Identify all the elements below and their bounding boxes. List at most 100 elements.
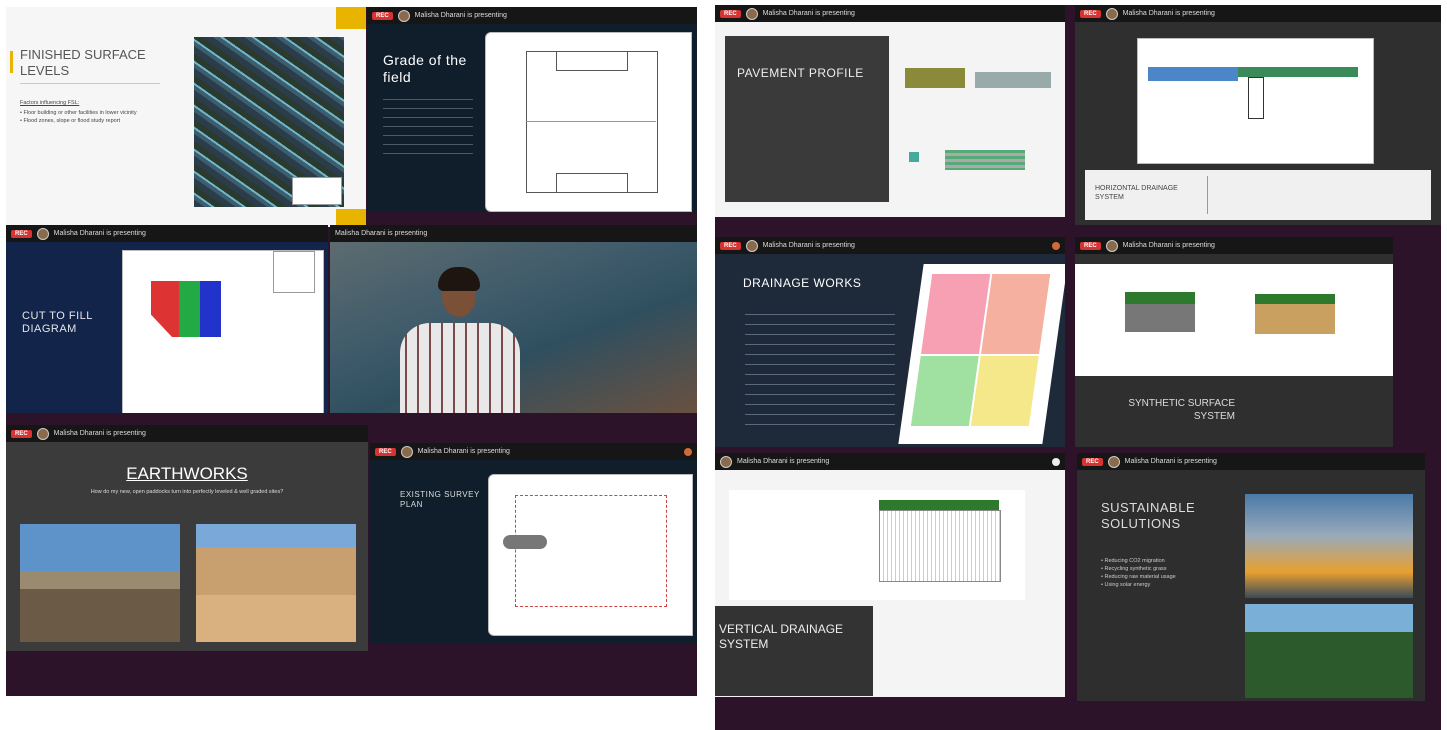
viewers-indicator (1052, 457, 1060, 466)
earthworks-photo-1 (20, 524, 180, 642)
presenter-label: Malisha Dharani is presenting (1124, 458, 1217, 465)
tile-drainage-works: REC Malisha Dharani is presenting DRAINA… (715, 237, 1065, 447)
slide-title: VERTICAL DRAINAGE SYSTEM (719, 622, 844, 651)
greenhouse-image (1245, 604, 1413, 698)
slide-subtitle: Factors influencing FSL: (20, 100, 80, 106)
presenter-bar: REC Malisha Dharani is presenting (367, 7, 697, 24)
yellow-corner (336, 7, 366, 29)
presenter-avatar (397, 9, 410, 22)
bullet: Reducing CO2 migration (1101, 558, 1231, 566)
presenter-label: Malisha Dharani is presenting (1122, 10, 1215, 17)
rec-badge: REC (1082, 457, 1103, 466)
pavement-detail-drawing (905, 142, 1055, 182)
tile-presenter-video: Malisha Dharani is presenting (330, 225, 697, 413)
presenter-bar: REC Malisha Dharani is presenting (715, 237, 1065, 254)
presenter-bar: REC Malisha Dharani is presenting (6, 225, 328, 242)
bullet: Recycling synthetic grass (1101, 566, 1231, 574)
rec-badge: REC (372, 11, 393, 20)
presenter-label: Malisha Dharani is presenting (762, 10, 855, 17)
slide-title: SYNTHETIC SURFACE SYSTEM (1128, 398, 1235, 422)
co2-image (1245, 494, 1413, 598)
tile-grade-of-field: REC Malisha Dharani is presenting Grade … (367, 7, 697, 212)
presenter-bar: Malisha Dharani is presenting (330, 225, 697, 242)
rec-badge: REC (11, 229, 32, 238)
vertical-drainage-drawing (729, 490, 1025, 600)
rec-badge: REC (11, 429, 32, 438)
slide-title: EXISTING SURVEY PLAN (400, 490, 480, 509)
presenter-avatar (400, 445, 413, 458)
presenter-hair (438, 267, 480, 291)
presenter-avatar (1107, 455, 1120, 468)
slide-content: VERTICAL DRAINAGE SYSTEM (715, 470, 1065, 697)
presenter-avatar (36, 427, 49, 440)
slide-content: Grade of the field (367, 24, 697, 212)
tile-horizontal-drainage: REC Malisha Dharani is presenting HORIZO… (1075, 5, 1441, 225)
presenter-label: Malisha Dharani is presenting (1122, 242, 1215, 249)
info-divider (1207, 176, 1208, 214)
map-legend-box (292, 177, 342, 205)
viewers-indicator (1052, 241, 1060, 250)
presenter-bar: REC Malisha Dharani is presenting (715, 5, 1065, 22)
tile-cut-to-fill: REC Malisha Dharani is presenting CUT TO… (6, 225, 328, 413)
slide-title: SUSTAINABLE SOLUTIONS (1101, 500, 1196, 531)
slide-bullets-blur (383, 96, 473, 156)
presenter-label: Malisha Dharani is presenting (53, 230, 146, 237)
presenter-bar: REC Malisha Dharani is presenting (1075, 5, 1441, 22)
slide-content: EARTHWORKS How do my new, open paddocks … (6, 442, 368, 651)
tile-sustainable-solutions: REC Malisha Dharani is presenting SUSTAI… (1077, 453, 1425, 701)
tile-pavement-profile: REC Malisha Dharani is presenting PAVEME… (715, 5, 1065, 217)
rec-badge: REC (720, 241, 741, 250)
left-screenshot-panel: FINISHED SURFACE LEVELS Factors influenc… (6, 7, 697, 696)
rec-badge: REC (1080, 9, 1101, 18)
presenter-label: Malisha Dharani is presenting (414, 12, 507, 19)
title-underline (20, 83, 160, 84)
rec-badge: REC (720, 9, 741, 18)
presenter-avatar (720, 455, 732, 468)
slide-title: DRAINAGE WORKS (743, 276, 862, 290)
slide-bullets: Floor building or other facilities in lo… (20, 110, 170, 126)
bullet: Reducing raw material usage (1101, 574, 1231, 582)
presenter-bar: Malisha Dharani is presenting (715, 453, 1065, 470)
presenter-body (400, 323, 520, 413)
slide-title: Grade of the field (383, 52, 467, 85)
survey-plan-drawing (488, 474, 693, 636)
right-screenshot-panel: REC Malisha Dharani is presenting PAVEME… (715, 5, 1441, 730)
presenter-avatar (36, 227, 49, 240)
presenter-label: Malisha Dharani is presenting (335, 230, 428, 237)
slide-title: EARTHWORKS (126, 464, 248, 483)
slide-content: CUT TO FILL DIAGRAM (6, 242, 328, 413)
presenter-bar: REC Malisha Dharani is presenting (1075, 237, 1393, 254)
slide-title: HORIZONTAL DRAINAGE SYSTEM (1095, 185, 1178, 202)
slide-content: DRAINAGE WORKS (715, 254, 1065, 447)
tile-survey-plan: REC Malisha Dharani is presenting EXISTI… (370, 443, 697, 643)
drainage-plan-drawing (898, 264, 1065, 444)
presenter-label: Malisha Dharani is presenting (762, 242, 855, 249)
rec-badge: REC (1080, 241, 1101, 250)
slide-content: EXISTING SURVEY PLAN (370, 460, 697, 643)
slide-bullets: Reducing CO2 migration Recycling synthet… (1101, 558, 1231, 590)
presenter-bar: REC Malisha Dharani is presenting (370, 443, 697, 460)
presenter-avatar (745, 239, 758, 252)
tile-earthworks: REC Malisha Dharani is presenting EARTHW… (6, 425, 368, 651)
presenter-bar: REC Malisha Dharani is presenting (1077, 453, 1425, 470)
slide-title: FINISHED SURFACE LEVELS (20, 47, 146, 79)
slide-content: PAVEMENT PROFILE (715, 22, 1065, 217)
tile-vertical-drainage: Malisha Dharani is presenting VERTICAL D… (715, 453, 1065, 697)
video-control-pill[interactable] (503, 535, 547, 549)
slide-content: SUSTAINABLE SOLUTIONS Reducing CO2 migra… (1077, 470, 1425, 701)
tile-synthetic-surface: REC Malisha Dharani is presenting SYNTHE… (1075, 237, 1393, 447)
slide-title: CUT TO FILL DIAGRAM (22, 310, 93, 336)
pavement-section-drawing (905, 46, 1055, 106)
presenter-label: Malisha Dharani is presenting (417, 448, 510, 455)
bullet: Using solar energy (1101, 582, 1231, 590)
presenter-avatar (1105, 239, 1118, 252)
bullet: Floor building or other facilities in lo… (20, 110, 170, 118)
presenter-avatar (745, 7, 758, 20)
slide-bullets-blur (745, 310, 895, 430)
bullet: Flood zones, slope or flood study report (20, 118, 170, 126)
presenter-bar: REC Malisha Dharani is presenting (6, 425, 368, 442)
tile-finished-surface-levels: FINISHED SURFACE LEVELS Factors influenc… (6, 7, 366, 227)
earthworks-photo-2 (196, 524, 356, 642)
presenter-avatar (1105, 7, 1118, 20)
horizontal-drainage-drawing (1137, 38, 1374, 164)
